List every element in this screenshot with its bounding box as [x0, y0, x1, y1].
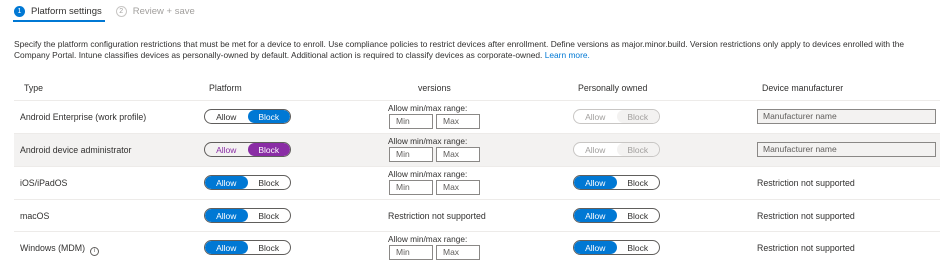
platform-allow-option[interactable]: Allow — [205, 110, 248, 123]
manufacturer-not-supported: Restriction not supported — [757, 178, 855, 188]
platform-toggle[interactable]: Allow Block — [204, 142, 291, 157]
max-version-input[interactable]: Max — [436, 180, 480, 195]
row-type-cell: Windows (MDM) i — [20, 243, 99, 256]
personally-owned-block-option[interactable]: Block — [617, 176, 660, 189]
personally-owned-block-option[interactable]: Block — [617, 209, 660, 222]
header-type: Type — [24, 83, 44, 93]
row-type-label: macOS — [20, 211, 50, 221]
step-platform-settings[interactable]: 1 Platform settings — [14, 5, 102, 17]
header-versions: versions — [418, 83, 451, 93]
header-platform: Platform — [209, 83, 242, 93]
personally-owned-toggle[interactable]: Allow Block — [573, 240, 660, 255]
platform-toggle[interactable]: Allow Block — [204, 240, 291, 255]
row-type-label: Windows (MDM) — [20, 243, 85, 253]
row-type-label: Android device administrator — [20, 145, 132, 155]
step-label-review-save: Review + save — [132, 5, 195, 17]
step-label-platform-settings: Platform settings — [31, 5, 102, 17]
manufacturer-not-supported: Restriction not supported — [757, 243, 855, 253]
description-text: Specify the platform configuration restr… — [14, 39, 905, 60]
manufacturer-input[interactable]: Manufacturer name — [757, 109, 936, 124]
version-range-label: Allow min/max range: — [388, 103, 468, 113]
personally-owned-toggle: Allow Block — [573, 109, 660, 124]
row-type-label: iOS/iPadOS — [20, 178, 68, 188]
platform-toggle[interactable]: Allow Block — [204, 175, 291, 190]
personally-owned-block-option: Block — [616, 110, 659, 123]
personally-owned-block-option: Block — [616, 143, 659, 156]
version-range-label: Allow min/max range: — [388, 169, 468, 179]
step-number-1: 1 — [14, 5, 25, 17]
row-type-label: Android Enterprise (work profile) — [20, 112, 147, 122]
description: Specify the platform configuration restr… — [14, 39, 934, 60]
max-version-input[interactable]: Max — [436, 147, 480, 162]
platform-allow-option[interactable]: Allow — [205, 143, 248, 156]
table-row: Android Enterprise (work profile) Allow … — [14, 101, 940, 134]
min-version-input[interactable]: Min — [389, 147, 433, 162]
step-number-2: 2 — [115, 5, 127, 17]
personally-owned-toggle[interactable]: Allow Block — [573, 208, 660, 223]
platform-allow-option[interactable]: Allow — [205, 209, 248, 222]
personally-owned-allow-option[interactable]: Allow — [574, 241, 617, 254]
max-version-input[interactable]: Max — [436, 114, 480, 129]
info-icon[interactable]: i — [90, 247, 99, 256]
platform-block-option[interactable]: Block — [248, 209, 291, 222]
platform-toggle[interactable]: Allow Block — [204, 109, 291, 124]
personally-owned-block-option[interactable]: Block — [617, 241, 660, 254]
personally-owned-toggle[interactable]: Allow Block — [573, 175, 660, 190]
platform-block-option[interactable]: Block — [248, 241, 291, 254]
min-version-input[interactable]: Min — [389, 245, 433, 260]
personally-owned-allow-option: Allow — [585, 111, 606, 122]
personally-owned-toggle: Allow Block — [573, 142, 660, 157]
platform-block-option[interactable]: Block — [248, 176, 291, 189]
step-review-save[interactable]: 2 Review + save — [115, 5, 195, 17]
manufacturer-input[interactable]: Manufacturer name — [757, 142, 936, 157]
platform-allow-option[interactable]: Allow — [205, 241, 248, 254]
platform-allow-option[interactable]: Allow — [205, 176, 248, 189]
personally-owned-allow-option[interactable]: Allow — [574, 176, 617, 189]
min-version-input[interactable]: Min — [389, 114, 433, 129]
platform-block-option[interactable]: Block — [247, 110, 290, 123]
personally-owned-allow-option[interactable]: Allow — [574, 209, 617, 222]
personally-owned-allow-option: Allow — [585, 144, 606, 155]
platform-block-option[interactable]: Block — [247, 143, 290, 156]
table-row: Android device administrator Allow Block… — [14, 134, 940, 167]
platform-toggle[interactable]: Allow Block — [204, 208, 291, 223]
active-step-underline — [13, 20, 105, 22]
wizard-steps: 1 Platform settings 2 Review + save — [14, 3, 209, 19]
version-range-label: Allow min/max range: — [388, 234, 468, 244]
learn-more-link[interactable]: Learn more. — [545, 50, 590, 60]
table-row: iOS/iPadOS Allow Block Allow min/max ran… — [14, 167, 940, 200]
max-version-input[interactable]: Max — [436, 245, 480, 260]
table-row: macOS Allow Block Restriction not suppor… — [14, 200, 940, 232]
manufacturer-not-supported: Restriction not supported — [757, 211, 855, 221]
versions-not-supported: Restriction not supported — [388, 211, 486, 221]
version-range-label: Allow min/max range: — [388, 136, 468, 146]
header-personally-owned: Personally owned — [578, 83, 648, 93]
table-row: Windows (MDM) i Allow Block Allow min/max… — [14, 232, 940, 264]
min-version-input[interactable]: Min — [389, 180, 433, 195]
header-device-manufacturer: Device manufacturer — [762, 83, 844, 93]
